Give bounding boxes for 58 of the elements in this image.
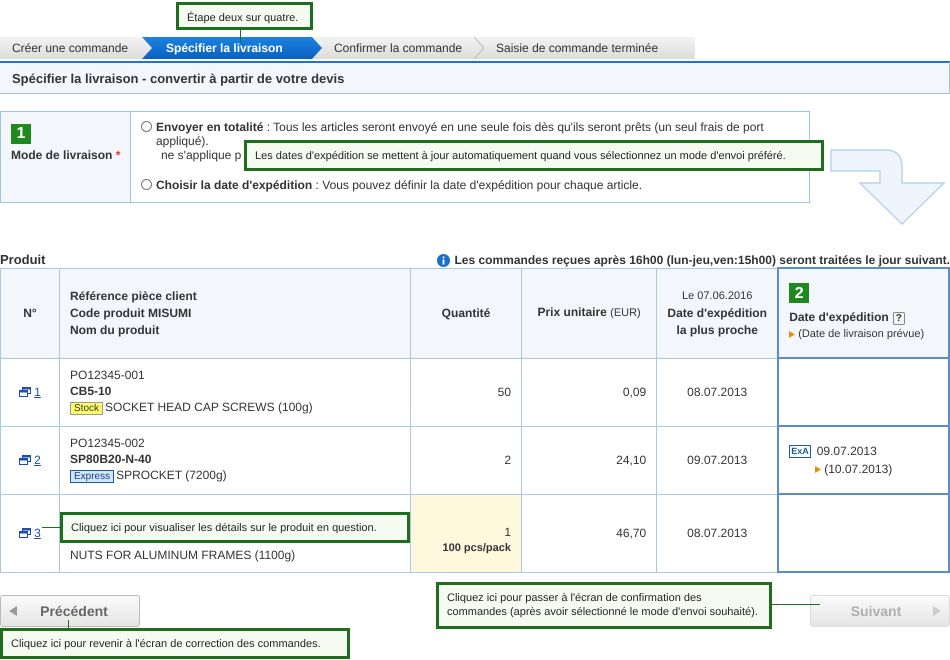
radio-button[interactable]	[141, 179, 152, 190]
price-cell: 24,10	[522, 426, 657, 494]
triangle-icon	[789, 331, 796, 338]
quantity-cell: 2	[410, 426, 522, 494]
radio-button[interactable]	[141, 121, 152, 132]
step-callout: Étape deux sur quatre.	[176, 2, 313, 30]
leader-line	[42, 527, 60, 528]
delivery-date: (10.07.2013)	[824, 461, 892, 477]
product-name: SPROCKET (7200g)	[116, 468, 227, 482]
step-badge: 1	[11, 124, 31, 144]
price-cell: 0,09	[522, 358, 657, 426]
delivery-mode-label: Mode de livraison *	[11, 148, 122, 162]
leader-line	[772, 604, 820, 605]
reference-text: PO12345-002	[70, 436, 145, 450]
triangle-icon	[815, 466, 822, 472]
item-number-link[interactable]: 1	[34, 384, 41, 400]
page-title: Spécifier la livraison - convertir à partir de votre devis	[0, 61, 950, 94]
leader-line	[68, 620, 69, 628]
info-icon	[437, 254, 450, 266]
ship-date: 09.07.2013	[816, 443, 877, 459]
leader-line	[240, 30, 241, 42]
window-icon	[19, 454, 32, 464]
right-triangle-icon	[933, 606, 941, 616]
section-title: Produit	[0, 252, 46, 267]
window-icon	[19, 528, 32, 538]
product-callout: Cliquez ici pour visualiser les détails sur le produit en question.	[60, 512, 410, 543]
column-header: Quantité	[410, 268, 522, 358]
window-icon	[19, 386, 32, 396]
option-text: Choisir la date d'expédition : Vous pouvez définir la date d'expédition pour chaque article.	[156, 178, 642, 192]
product-code: CB5-10	[70, 384, 112, 398]
progress-step: Spécifier la livraison	[142, 37, 322, 59]
left-triangle-icon	[9, 606, 17, 616]
option-note: ne s'applique p	[161, 148, 242, 162]
reference-text: PO12345-001	[70, 368, 145, 382]
product-name: NUTS FOR ALUMINUM FRAMES (1100g)	[70, 548, 296, 562]
previous-button[interactable]: Précédent	[0, 595, 140, 627]
product-name: SOCKET HEAD CAP SCREWS (100g)	[105, 400, 313, 414]
column-header: 2 Date d'expédition ? (Date de livraison prévue)	[778, 268, 949, 358]
notice-text: Les commandes reçues après 16h00 (lun-jeu,ven:15h00) seront traitées le jour suivant.	[454, 253, 950, 267]
quantity-cell: 1 100 pcs/pack	[410, 494, 522, 572]
back-callout: Cliquez ici pour revenir à l'écran de correction des commandes.	[0, 628, 350, 659]
item-number-link[interactable]: 2	[34, 452, 41, 468]
step-separator	[474, 37, 484, 59]
column-header: Le 07.06.2016 Date d'expédition la plus proche	[656, 268, 778, 358]
stock-tag: Stock	[70, 402, 104, 415]
progress-step: Saisie de commande terminée	[484, 37, 670, 59]
progress-step: Confirmer la commande	[322, 37, 474, 59]
item-number-link[interactable]: 3	[34, 524, 41, 540]
price-cell: 46,70	[522, 494, 657, 572]
quantity-cell: 50	[410, 358, 522, 426]
next-callout: Cliquez ici pour passer à l'écran de confirmation des commandes (après avoir sélectionné le mode d'envoi souhaité).	[436, 582, 772, 629]
column-header: Prix unitaire (EUR)	[522, 268, 657, 358]
product-code: SP80B20-N-40	[70, 452, 152, 466]
stock-tag: Express	[70, 470, 114, 483]
column-header: N°	[0, 268, 60, 358]
delivery-callout: Les dates d'expédition se mettent à jour automatiquement quand vous sélectionnez un mode d'envoi préféré.	[244, 140, 824, 171]
column-header: Référence pièce client Code produit MISUMI Nom du produit	[60, 268, 410, 358]
service-icon: ExA	[789, 444, 811, 458]
